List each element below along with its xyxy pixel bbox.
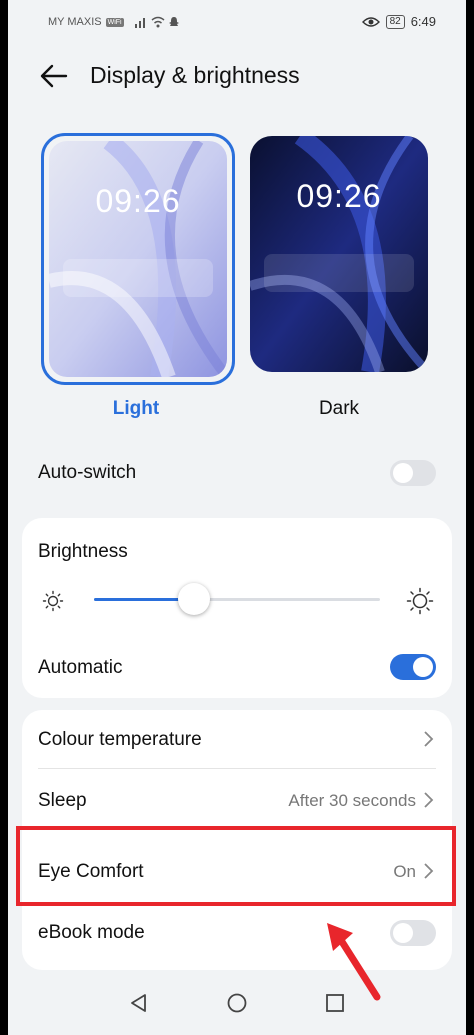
ebook-mode-toggle[interactable]	[390, 920, 436, 946]
light-preview-notification	[63, 259, 213, 297]
theme-dark-label[interactable]: Dark	[250, 398, 428, 420]
wifi-icon	[151, 16, 165, 28]
nav-home-icon[interactable]	[226, 992, 248, 1014]
auto-switch-toggle[interactable]	[390, 460, 436, 486]
sleep-label[interactable]: Sleep	[38, 790, 87, 812]
page-header: Display & brightness	[8, 48, 466, 104]
light-preview-time: 09:26	[95, 183, 181, 219]
snapchat-icon	[168, 17, 179, 26]
signal-icon	[134, 18, 145, 28]
dark-wallpaper: 09:26	[250, 136, 428, 372]
automatic-toggle[interactable]	[390, 654, 436, 680]
wifi-calling-badge: WiFi	[105, 17, 124, 27]
brightness-high-icon	[406, 587, 434, 615]
theme-light-label[interactable]: Light	[41, 398, 231, 420]
colour-temperature-label[interactable]: Colour temperature	[38, 729, 202, 751]
sleep-value: After 30 seconds	[288, 791, 416, 810]
dark-preview-time: 09:26	[296, 178, 382, 214]
brightness-slider[interactable]	[94, 583, 380, 615]
dark-preview-notification	[264, 254, 414, 292]
nav-back-icon[interactable]	[128, 992, 150, 1014]
auto-switch-label: Auto-switch	[38, 462, 137, 483]
theme-light-card[interactable]: 09:26	[41, 133, 235, 385]
brightness-label: Brightness	[38, 541, 128, 562]
settings-screen: MY MAXIS WiFi 82 6:49 Display & brightne…	[8, 0, 466, 1035]
nav-recents-icon[interactable]	[324, 992, 346, 1014]
automatic-label: Automatic	[38, 657, 123, 678]
carrier-name: MY MAXIS	[48, 16, 102, 28]
brightness-low-icon	[42, 590, 64, 612]
battery-indicator: 82	[385, 14, 405, 29]
navigation-bar	[8, 980, 466, 1035]
status-right: 82 6:49	[361, 14, 436, 29]
status-bar: MY MAXIS WiFi 82 6:49	[8, 8, 466, 36]
light-wallpaper: 09:26	[49, 141, 227, 377]
divider	[38, 768, 436, 769]
status-left: MY MAXIS WiFi	[48, 16, 180, 28]
eye-icon	[361, 16, 380, 27]
page-title: Display & brightness	[90, 62, 300, 88]
eye-comfort-highlight-box	[16, 826, 456, 906]
back-arrow-icon[interactable]	[38, 60, 70, 92]
colour-temperature-chevron-icon	[424, 731, 434, 747]
sleep-chevron-icon	[424, 792, 434, 808]
clock: 6:49	[410, 14, 436, 29]
ebook-mode-label: eBook mode	[38, 922, 145, 943]
brightness-slider-thumb[interactable]	[178, 583, 210, 615]
theme-dark-card[interactable]: 09:26	[250, 136, 428, 372]
